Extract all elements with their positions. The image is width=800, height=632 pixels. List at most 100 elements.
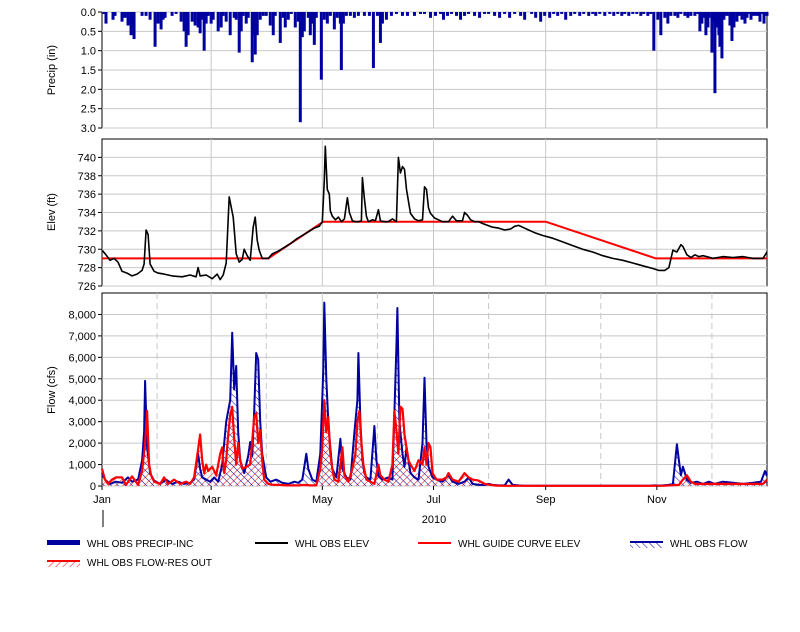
precip-bar xyxy=(405,12,409,16)
y-tick-label: 2.5 xyxy=(81,104,96,116)
precip-bar xyxy=(434,12,438,16)
precip-bar xyxy=(446,12,450,16)
y-tick-label: 3.0 xyxy=(81,123,96,135)
precip-bar xyxy=(179,12,183,22)
precip-bar xyxy=(255,12,259,36)
x-tick-label: Mar xyxy=(202,494,221,506)
precip-bar xyxy=(153,12,157,47)
precip-bar xyxy=(534,12,538,18)
precip-bar xyxy=(140,12,144,16)
precip-bar xyxy=(126,12,130,26)
precip-bar xyxy=(587,12,591,16)
precip-bar xyxy=(384,12,388,20)
precip-bar xyxy=(120,12,124,22)
x-tick-label: Nov xyxy=(647,494,667,506)
precip-bar xyxy=(450,12,454,14)
x-tick-label: Jan xyxy=(93,494,111,506)
precip-bar xyxy=(646,12,650,16)
precip-bar xyxy=(221,12,225,16)
precip-bar xyxy=(273,12,277,16)
precip-bar xyxy=(483,12,487,14)
precip-bar xyxy=(234,12,238,20)
precip-bar xyxy=(241,12,245,16)
precip-bar xyxy=(722,12,726,20)
legend-label: WHL OBS FLOW-RES OUT xyxy=(87,558,212,569)
precip-bar xyxy=(737,12,741,16)
precip-bar xyxy=(144,12,148,16)
precip-bar xyxy=(186,12,190,36)
precip-bar xyxy=(371,12,375,69)
chart-svg: 0.0 0.5 1.0 1.5 2.0 2.5 3.0 Precip (in) 726 728… xyxy=(46,7,769,569)
precip-bar xyxy=(663,12,667,18)
precip-bar xyxy=(740,12,744,20)
precip-bar xyxy=(552,12,556,14)
elev-panel: 726 728 730 732 734 736 738 740 Elev (ft) xyxy=(46,138,768,293)
precip-bar xyxy=(578,12,582,16)
y-tick-label: 0 xyxy=(90,481,96,493)
legend-label: WHL OBS ELEV xyxy=(295,539,369,550)
precip-bar xyxy=(246,12,250,18)
precip-bar xyxy=(707,12,711,18)
precip-bar xyxy=(487,12,491,14)
precip-bar xyxy=(268,12,272,26)
precip-bar xyxy=(523,12,527,20)
precip-bar xyxy=(556,12,560,16)
flow-panel: 0 1,000 2,000 3,000 4,000 5,000 6,000 7,000 8,00… xyxy=(46,292,768,527)
precip-bar xyxy=(478,12,482,18)
legend-label: WHL OBS FLOW xyxy=(670,539,748,550)
precip-bar xyxy=(508,12,512,18)
y-tick-label: 0.5 xyxy=(81,26,96,38)
elev-y-ticks: 726 728 730 732 734 736 738 740 xyxy=(78,152,102,293)
precip-bar xyxy=(325,12,329,24)
precip-bar xyxy=(635,12,639,14)
precip-bar xyxy=(314,12,318,18)
precip-bar xyxy=(749,12,753,20)
precip-bar xyxy=(228,12,232,36)
precip-bar xyxy=(591,12,595,14)
precip-bar xyxy=(400,12,404,16)
precip-bar xyxy=(293,12,297,28)
precip-bar xyxy=(683,12,687,16)
precip-bar xyxy=(211,12,215,20)
precip-bar xyxy=(193,12,197,26)
legend-swatch xyxy=(630,541,663,548)
precip-bar xyxy=(620,12,624,16)
y-tick-label: 5,000 xyxy=(68,374,96,386)
precip-bar xyxy=(560,12,564,14)
y-tick-label: 726 xyxy=(78,281,96,293)
precip-bar xyxy=(286,12,290,20)
x-tick-label: Sep xyxy=(536,494,556,506)
precip-bar xyxy=(652,12,656,51)
y-tick-label: 734 xyxy=(78,208,96,220)
precip-bar xyxy=(328,12,332,16)
precip-bar xyxy=(762,12,766,24)
precip-bar xyxy=(132,12,136,40)
precip-bar xyxy=(543,12,547,16)
precip-bar xyxy=(616,12,620,14)
x-tick-label: Jul xyxy=(426,494,440,506)
precip-bar xyxy=(473,12,477,16)
y-tick-label: 8,000 xyxy=(68,309,96,321)
y-tick-label: 0.0 xyxy=(81,7,96,19)
y-tick-label: 1.0 xyxy=(81,46,96,58)
legend-swatch xyxy=(47,540,80,545)
precip-bar xyxy=(422,12,426,14)
precip-bar xyxy=(344,12,348,16)
legend-label: WHL GUIDE CURVE ELEV xyxy=(458,539,581,550)
precip-bar xyxy=(332,12,336,30)
precip-bar xyxy=(352,12,356,18)
precip-bar xyxy=(679,12,683,14)
precip-bar xyxy=(341,12,345,24)
precip-bar xyxy=(569,12,573,16)
precip-bar xyxy=(348,12,352,16)
precip-bar xyxy=(170,12,174,16)
precip-bar xyxy=(439,12,443,14)
precip-bar xyxy=(539,12,543,22)
precip-bar xyxy=(676,12,680,18)
precip-bar xyxy=(428,12,432,18)
precip-bar xyxy=(278,12,282,43)
precip-bar xyxy=(389,12,393,16)
y-tick-label: 1.5 xyxy=(81,65,96,77)
precip-bar xyxy=(752,12,756,16)
precip-bar xyxy=(206,12,210,16)
